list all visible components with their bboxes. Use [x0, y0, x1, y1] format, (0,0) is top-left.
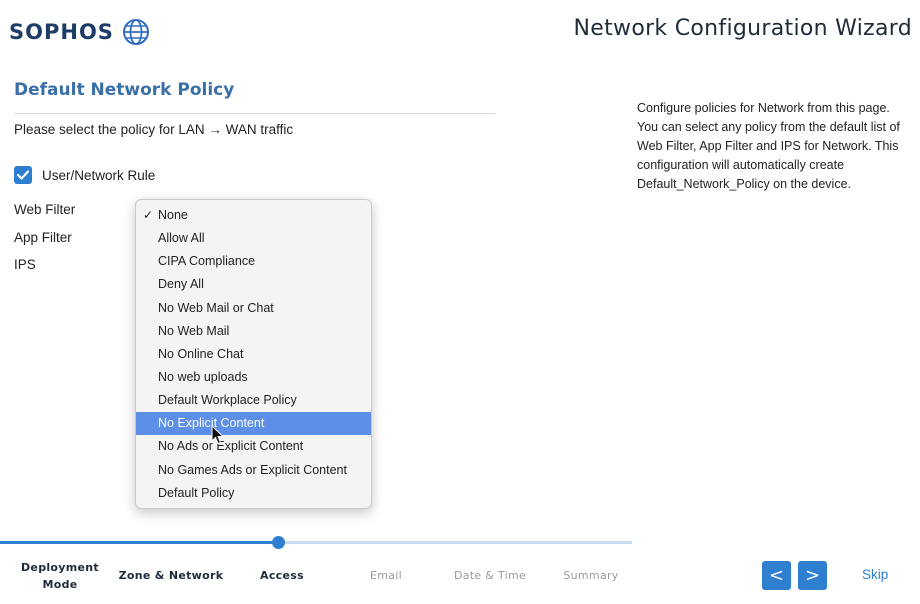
web-filter-dropdown-menu[interactable]: ✓ None Allow All CIPA Compliance Deny Al… — [135, 199, 372, 509]
dropdown-option-allow-all[interactable]: Allow All — [136, 227, 371, 250]
dropdown-option-default-policy[interactable]: Default Policy — [136, 482, 371, 505]
step-label: Deployment — [21, 561, 99, 574]
user-network-rule-checkbox[interactable] — [14, 166, 32, 184]
dropdown-option-no-explicit-content[interactable]: No Explicit Content — [136, 412, 371, 436]
dropdown-option-no-web-mail-or-chat[interactable]: No Web Mail or Chat — [136, 297, 371, 320]
skip-link[interactable]: Skip — [862, 567, 888, 582]
step-date-time: Date & Time — [443, 569, 537, 582]
step-zone-network[interactable]: Zone & Network — [115, 569, 227, 582]
wizard-title: Network Configuration Wizard — [573, 16, 912, 41]
dropdown-option-none[interactable]: ✓ None — [136, 204, 371, 227]
section-divider — [14, 113, 495, 114]
section-title: Default Network Policy — [14, 80, 235, 100]
step-access[interactable]: Access — [246, 569, 318, 582]
dropdown-option-no-games-ads-or-explicit-content[interactable]: No Games Ads or Explicit Content — [136, 459, 371, 482]
step-summary: Summary — [553, 569, 629, 582]
next-button[interactable]: > — [798, 561, 827, 590]
previous-button[interactable]: < — [762, 561, 791, 590]
option-label: No Online Chat — [158, 346, 244, 361]
step-label: Access — [260, 569, 304, 582]
selected-check-icon: ✓ — [143, 208, 154, 222]
dropdown-option-no-ads-or-explicit-content[interactable]: No Ads or Explicit Content — [136, 435, 371, 458]
step-label-line2: Mode — [42, 578, 78, 591]
option-label: No Ads or Explicit Content — [158, 439, 304, 454]
option-label: Allow All — [158, 231, 205, 246]
dropdown-option-default-workplace-policy[interactable]: Default Workplace Policy — [136, 389, 371, 412]
option-label: No web uploads — [158, 369, 248, 384]
help-text: Configure policies for Network from this… — [637, 101, 900, 191]
app-filter-label: App Filter — [14, 230, 72, 245]
checkmark-icon — [17, 170, 29, 180]
dropdown-option-no-web-mail[interactable]: No Web Mail — [136, 320, 371, 343]
user-network-rule-label: User/Network Rule — [42, 167, 156, 183]
logo-text: SOPHOS — [9, 20, 114, 44]
progress-fill — [0, 541, 278, 544]
section-subtitle: Please select the policy for LAN → WAN t… — [14, 122, 294, 137]
sophos-logo: SOPHOS — [9, 18, 150, 46]
option-label: No Games Ads or Explicit Content — [158, 462, 347, 477]
option-label: No Web Mail — [158, 323, 230, 338]
step-deployment-mode[interactable]: Deployment Mode — [14, 559, 106, 593]
option-label: None — [158, 208, 188, 222]
dropdown-option-no-online-chat[interactable]: No Online Chat — [136, 343, 371, 366]
mouse-cursor-icon — [211, 425, 225, 445]
dropdown-option-no-web-uploads[interactable]: No web uploads — [136, 366, 371, 389]
step-label: Email — [369, 569, 403, 582]
progress-current-marker — [272, 536, 285, 549]
globe-icon — [122, 19, 149, 45]
step-email: Email — [352, 569, 420, 582]
option-label: Default Workplace Policy — [158, 393, 297, 408]
step-label: Summary — [563, 569, 619, 582]
step-label: Zone & Network — [118, 569, 224, 582]
user-network-rule-option[interactable]: User/Network Rule — [14, 166, 155, 184]
option-label: Deny All — [158, 277, 204, 292]
web-filter-label: Web Filter — [14, 202, 76, 217]
dropdown-option-deny-all[interactable]: Deny All — [136, 273, 371, 296]
option-label: CIPA Compliance — [158, 254, 256, 269]
ips-label: IPS — [14, 257, 36, 272]
step-label: Date & Time — [453, 569, 527, 582]
option-label: Default Policy — [158, 485, 235, 500]
option-label: No Web Mail or Chat — [158, 300, 274, 315]
dropdown-option-cipa-compliance[interactable]: CIPA Compliance — [136, 250, 371, 273]
